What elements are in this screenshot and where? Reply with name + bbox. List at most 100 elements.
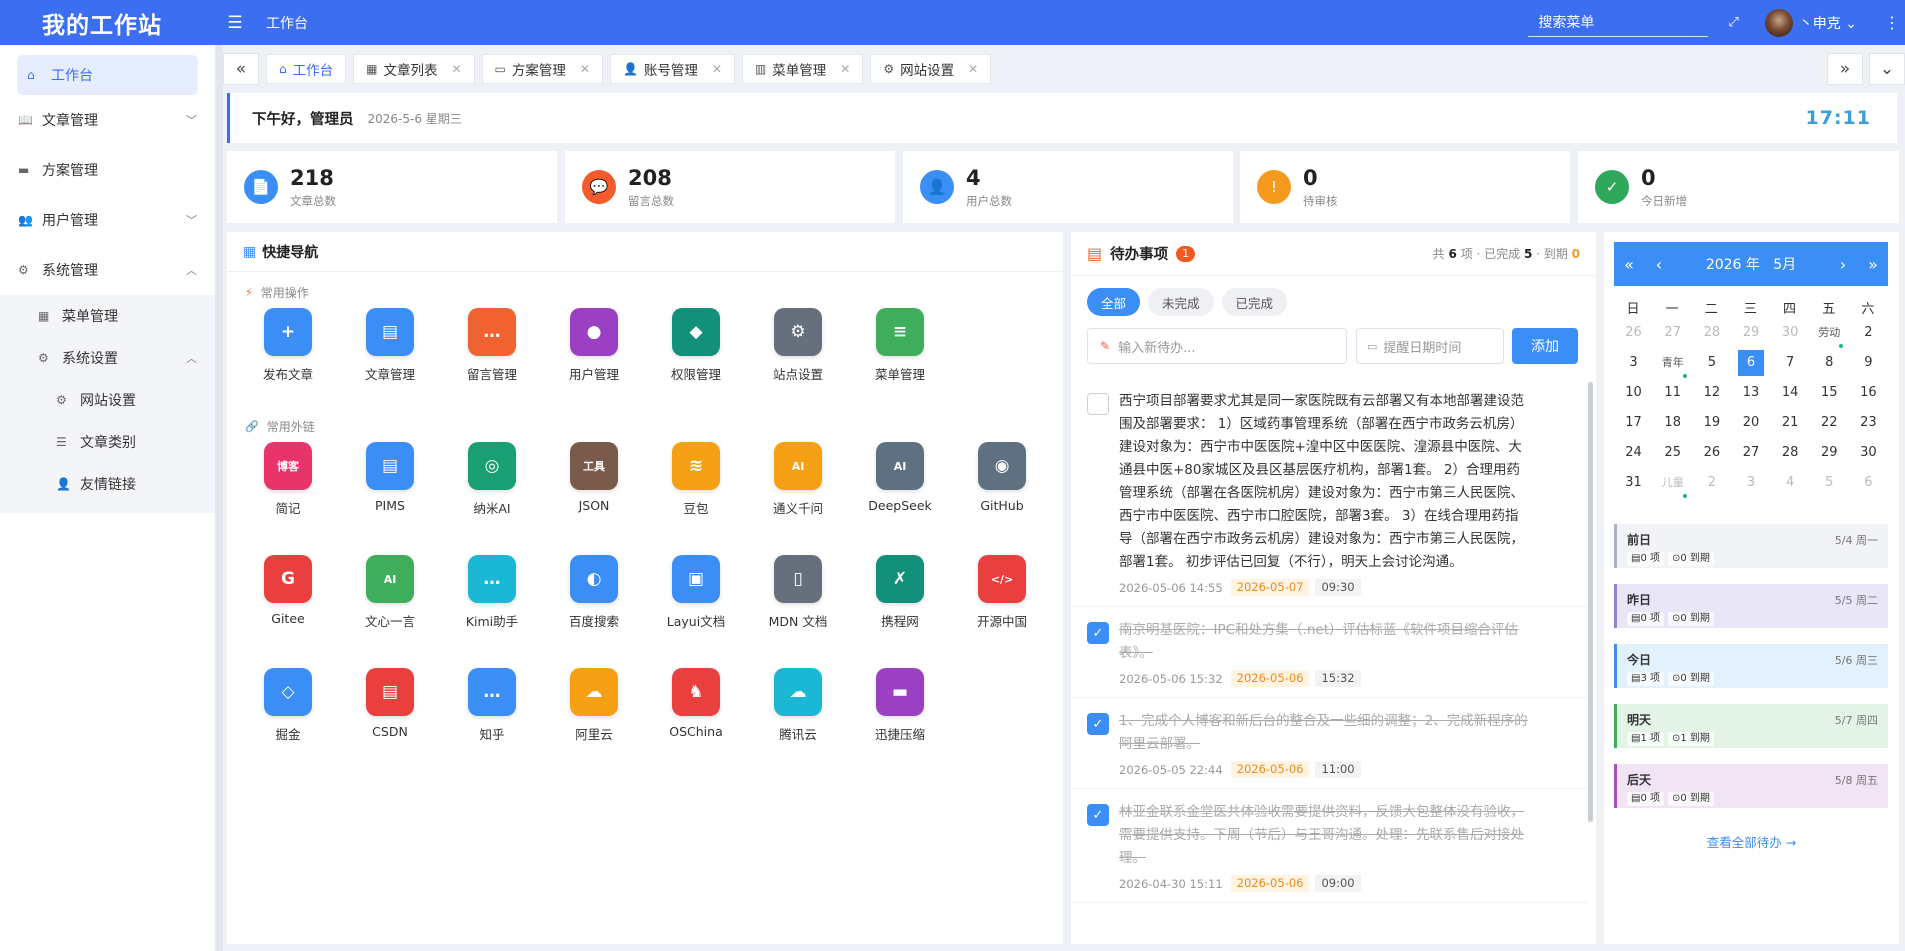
link-item[interactable]: ▤ CSDN [345,668,435,739]
calendar-day[interactable]: 28 [1777,440,1803,466]
calendar-day[interactable]: 30 [1855,440,1881,466]
close-icon[interactable]: ✕ [451,62,461,76]
calendar-day[interactable]: 4 [1777,470,1803,496]
tab-4[interactable]: 👤 账号管理 ✕ [609,53,735,84]
tabs-scroll-right-icon[interactable]: » [1827,52,1863,85]
calendar-day[interactable]: 26 [1699,440,1725,466]
prev-month-icon[interactable]: ‹ [1644,255,1674,274]
calendar-day[interactable]: 18 [1660,410,1686,436]
sidebar-item-home[interactable]: ⌂ 工作台 [17,55,198,95]
calendar-day[interactable]: 13 [1738,380,1764,406]
calendar-day[interactable]: 6 [1738,350,1764,376]
tab-2[interactable]: ▦ 文章列表 ✕ [353,53,475,84]
calendar-day[interactable]: 23 [1855,410,1881,436]
calendar-day[interactable]: 12 [1699,380,1725,406]
search-menu-input[interactable]: 搜索菜单 [1528,8,1709,37]
sidebar-item-friend-links[interactable]: 👤 友情链接 [0,463,215,505]
link-item[interactable]: </> 开源中国 [957,555,1047,630]
calendar-day[interactable]: 24 [1621,440,1647,466]
link-item[interactable]: G Gitee [243,555,333,626]
op-item[interactable]: ● 用户管理 [549,308,639,383]
calendar-day[interactable]: 6 [1855,470,1881,496]
calendar-year[interactable]: 2026 年 [1706,257,1760,273]
link-item[interactable]: ▣ Layui文档 [651,555,741,630]
sidebar-item-menu-manage[interactable]: ▦ 菜单管理 [0,295,215,337]
calendar-day[interactable]: 19 [1699,410,1725,436]
link-item[interactable]: 博客 简记 [243,442,333,517]
new-todo-input[interactable]: ✎ 输入新待办... [1087,328,1347,364]
prev-year-icon[interactable]: « [1614,255,1644,274]
todo-text[interactable]: 西宁项目部署要求尤其是同一家医院既有云部署又有本地部署建设范围及部署要求： 1）… [1119,390,1529,574]
next-year-icon[interactable]: » [1858,255,1888,274]
calendar-day[interactable]: 31 [1621,470,1647,496]
calendar-day[interactable]: 15 [1816,380,1842,406]
calendar-day[interactable]: 11 [1660,380,1686,406]
link-item[interactable]: ▯ MDN 文档 [753,555,843,630]
filter-done-button[interactable]: 已完成 [1221,288,1288,316]
tabs-scroll-left-icon[interactable]: « [223,52,259,85]
calendar-day[interactable]: 2 [1699,470,1725,496]
avatar[interactable] [1764,8,1793,37]
op-item[interactable]: … 留言管理 [447,308,537,383]
link-item[interactable]: ◇ 掘金 [243,668,333,743]
calendar-month[interactable]: 5月 [1773,257,1796,273]
link-item[interactable]: ✗ 携程网 [855,555,945,630]
day-card[interactable]: 今日 5/6 周三 ▤3 项 ⊙0 到期 [1614,644,1888,688]
tab-5[interactable]: ▥ 菜单管理 ✕ [741,53,864,84]
next-month-icon[interactable]: › [1828,255,1858,274]
calendar-day[interactable]: 14 [1777,380,1803,406]
close-icon[interactable]: ✕ [580,62,590,76]
sidebar-item-article-category[interactable]: ☰ 文章类别 [0,421,215,463]
link-item[interactable]: ♞ OSChina [651,668,741,739]
link-item[interactable]: ◐ 百度搜索 [549,555,639,630]
link-item[interactable]: ◎ 纳米AI [447,442,537,517]
sidebar-item-site-settings[interactable]: ⚙ 网站设置 [0,379,215,421]
link-item[interactable]: ☁ 阿里云 [549,668,639,743]
day-card[interactable]: 昨日 5/5 周二 ▤0 项 ⊙0 到期 [1614,584,1888,628]
sidebar-item-plans[interactable]: ▬ 方案管理 [0,145,215,195]
tab-3[interactable]: ▭ 方案管理 ✕ [481,53,603,84]
sidebar-item-users[interactable]: 👥 用户管理 ﹀ [0,195,215,245]
calendar-day[interactable]: 20 [1738,410,1764,436]
tabs-menu-chevron-icon[interactable]: ⌄ [1869,52,1905,85]
view-all-todos-link[interactable]: 查看全部待办 → [1604,832,1899,851]
calendar-day[interactable]: 25 [1660,440,1686,466]
op-item[interactable]: ⚙ 站点设置 [753,308,843,383]
todo-checkbox[interactable] [1087,393,1109,415]
calendar-day[interactable]: 17 [1621,410,1647,436]
todo-checkbox[interactable]: ✓ [1087,804,1109,826]
link-item[interactable]: ▤ PIMS [345,442,435,513]
close-icon[interactable]: ✕ [840,62,850,76]
op-item[interactable]: ▤ 文章管理 [345,308,435,383]
user-menu[interactable]: 丶申克 ⌄ [1799,13,1857,33]
calendar-day[interactable]: 5 [1699,350,1725,376]
calendar-day[interactable]: 2 [1855,320,1881,346]
tab-1[interactable]: ⌂ 工作台 [266,53,347,84]
calendar-day[interactable]: 16 [1855,380,1881,406]
calendar-day[interactable]: 30 [1777,320,1803,346]
op-item[interactable]: + 发布文章 [243,308,333,383]
link-item[interactable]: ☁ 腾讯云 [753,668,843,743]
more-icon[interactable]: ⋮ [1879,13,1905,32]
op-item[interactable]: ◆ 权限管理 [651,308,741,383]
calendar-day[interactable]: 9 [1855,350,1881,376]
link-item[interactable]: ◉ GitHub [957,442,1047,513]
calendar-day[interactable]: 29 [1738,320,1764,346]
todo-checkbox[interactable]: ✓ [1087,713,1109,735]
calendar-day[interactable]: 22 [1816,410,1842,436]
sidebar-item-system[interactable]: ⚙ 系统管理 ︿ [0,245,215,295]
tab-6[interactable]: ⚙ 网站设置 ✕ [870,53,992,84]
op-item[interactable]: ≡ 菜单管理 [855,308,945,383]
add-todo-button[interactable]: 添加 [1512,328,1578,364]
close-icon[interactable]: ✕ [968,62,978,76]
day-card[interactable]: 后天 5/8 周五 ▤0 项 ⊙0 到期 [1614,764,1888,808]
link-item[interactable]: … 知乎 [447,668,537,743]
calendar-day[interactable]: 26 [1621,320,1647,346]
todo-checkbox[interactable]: ✓ [1087,622,1109,644]
menu-toggle-icon[interactable]: ☰ [216,13,254,33]
fullscreen-icon[interactable]: ⤢ [1728,15,1738,30]
todo-scrollbar[interactable] [1588,382,1593,822]
todo-text[interactable]: 南京明基医院：IPC和处方集（.net）评估标蓝《软件项目缩合评估表》。 [1119,619,1529,665]
link-item[interactable]: ▬ 迅捷压缩 [855,668,945,743]
link-item[interactable]: … Kimi助手 [447,555,537,630]
